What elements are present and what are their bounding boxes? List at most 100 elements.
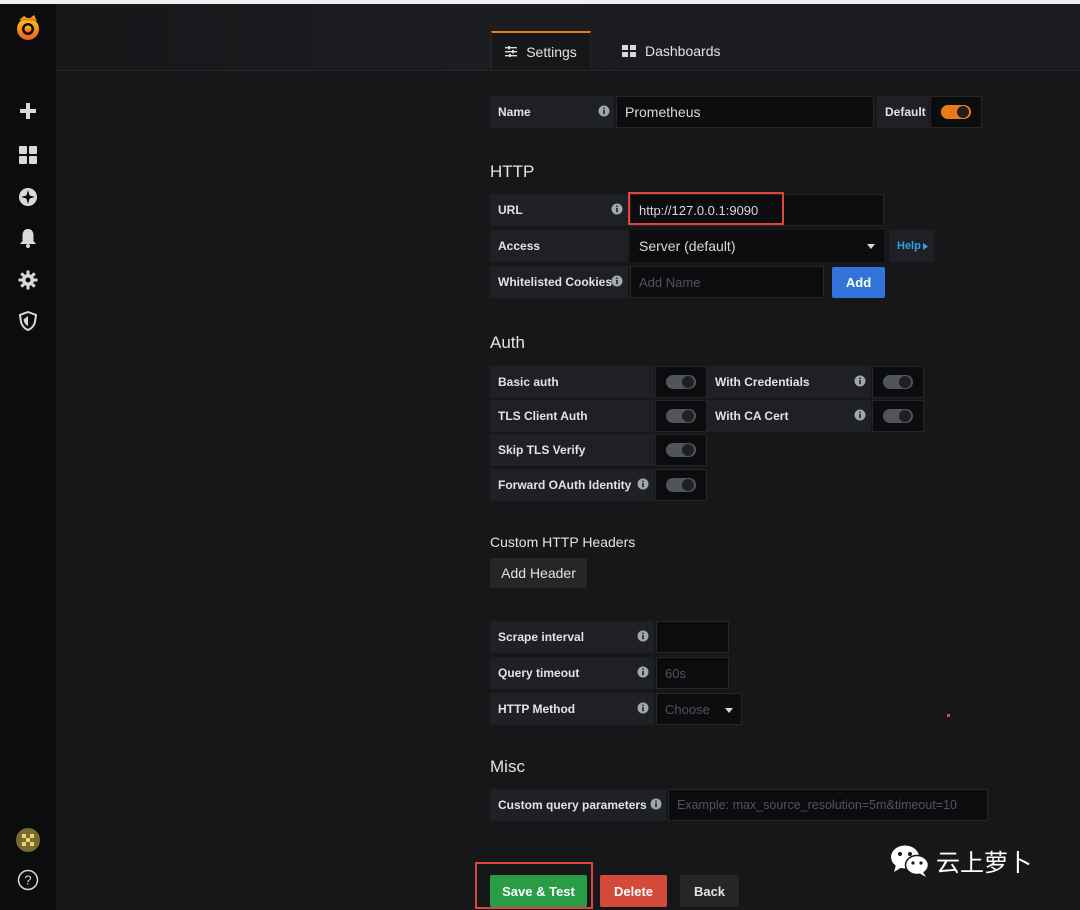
query-timeout-input[interactable]: 60s [656,657,729,689]
user-avatar[interactable] [14,826,42,854]
access-label: Access [490,230,628,262]
scrape-interval-input[interactable] [656,621,729,653]
sidebar: ? [0,4,56,910]
wechat-icon [891,845,930,877]
query-timeout-label: Query timeout [490,657,654,689]
info-icon[interactable] [650,798,662,810]
tls-client-auth-switch[interactable] [666,409,696,423]
with-ca-cert-label: With CA Cert [707,400,871,432]
scrape-interval-label-text: Scrape interval [498,630,585,644]
chevron-down-icon [725,708,733,713]
chevron-down-icon [867,244,875,249]
svg-text:?: ? [24,873,31,888]
shield-icon[interactable] [14,307,42,335]
tab-dashboards-label: Dashboards [645,43,721,59]
add-cookie-button[interactable]: Add [832,267,885,298]
forward-oauth-label: Forward OAuth Identity [490,469,654,501]
default-toggle[interactable] [930,96,982,128]
misc-section-title: Misc [490,757,525,776]
whitelisted-cookies-label: Whitelisted Cookies [490,266,628,298]
configuration-gear-icon[interactable] [14,266,42,294]
tab-settings[interactable]: Settings [491,31,591,70]
scrape-interval-label: Scrape interval [490,621,654,653]
back-button-label: Back [693,883,726,899]
forward-oauth-label-text: Forward OAuth Identity [498,478,632,492]
http-method-select[interactable]: Choose [656,693,742,725]
red-dot-marker [947,714,950,717]
basic-auth-toggle[interactable] [655,366,707,398]
access-select[interactable]: Server (default) [630,230,884,262]
sliders-icon [505,46,518,57]
name-input-value: Prometheus [625,104,701,120]
name-label-text: Name [498,105,531,119]
http-method-label-text: HTTP Method [498,702,576,716]
tls-client-auth-toggle[interactable] [655,400,707,432]
watermark-text: 云上萝卜 [936,849,1032,877]
query-timeout-placeholder: 60s [665,665,686,681]
add-header-button[interactable]: Add Header [490,558,587,588]
with-credentials-switch[interactable] [883,375,913,389]
cookie-name-placeholder: Add Name [639,274,701,290]
cookie-name-input[interactable]: Add Name [630,266,824,298]
name-label: Name [490,96,614,128]
access-label-text: Access [498,239,541,253]
url-label-text: URL [498,203,523,217]
info-icon[interactable] [637,666,649,678]
with-ca-cert-toggle[interactable] [872,400,924,432]
url-highlight-box [628,192,784,225]
whitelisted-cookies-label-text: Whitelisted Cookies [498,275,613,289]
help-button[interactable]: Help [889,230,934,262]
with-ca-cert-switch[interactable] [883,409,913,423]
tls-client-auth-label: TLS Client Auth [490,400,654,432]
with-ca-cert-label-text: With CA Cert [715,409,789,423]
url-label: URL [490,194,628,226]
help-button-label: Help [897,240,921,252]
add-header-button-label: Add Header [501,565,576,581]
default-label-text: Default [885,105,926,119]
basic-auth-switch[interactable] [666,375,696,389]
http-method-placeholder: Choose [665,701,710,717]
skip-tls-verify-label-text: Skip TLS Verify [498,443,586,457]
skip-tls-verify-toggle[interactable] [655,434,707,466]
default-label: Default [877,96,929,128]
delete-button[interactable]: Delete [600,875,667,907]
skip-tls-verify-switch[interactable] [666,443,696,457]
skip-tls-verify-label: Skip TLS Verify [490,434,654,466]
forward-oauth-toggle[interactable] [655,469,707,501]
plus-icon[interactable] [14,97,42,125]
with-credentials-label-text: With Credentials [715,375,810,389]
auth-section-title: Auth [490,333,525,352]
info-icon[interactable] [598,105,610,117]
delete-button-label: Delete [613,883,654,899]
info-icon[interactable] [611,275,623,287]
info-icon[interactable] [637,702,649,714]
forward-oauth-switch[interactable] [666,478,696,492]
tab-dashboards[interactable]: Dashboards [622,32,721,70]
tls-client-auth-label-text: TLS Client Auth [498,409,588,423]
grafana-logo-icon[interactable] [14,14,42,42]
dashboards-grid-icon [622,45,636,57]
custom-query-params-placeholder: Example: max_source_resolution=5m&timeou… [677,798,958,812]
http-method-label: HTTP Method [490,693,654,725]
name-input[interactable]: Prometheus [616,96,874,128]
custom-headers-title: Custom HTTP Headers [490,534,636,550]
default-switch[interactable] [941,105,971,119]
explore-compass-icon[interactable] [14,183,42,211]
save-highlight-box [475,862,593,909]
with-credentials-label: With Credentials [707,366,871,398]
info-icon[interactable] [611,203,623,215]
watermark: 云上萝卜 [890,843,1032,878]
back-button[interactable]: Back [680,875,739,907]
info-icon[interactable] [637,630,649,642]
with-credentials-toggle[interactable] [872,366,924,398]
info-icon[interactable] [854,375,866,387]
info-icon[interactable] [637,478,649,490]
help-question-icon[interactable]: ? [14,866,42,894]
dashboards-icon[interactable] [14,141,42,169]
custom-query-params-input[interactable]: Example: max_source_resolution=5m&timeou… [668,789,988,821]
add-cookie-button-label: Add [845,275,872,290]
query-timeout-label-text: Query timeout [498,666,580,680]
alerting-bell-icon[interactable] [14,224,42,252]
info-icon[interactable] [854,409,866,421]
caret-right-icon [922,242,928,250]
